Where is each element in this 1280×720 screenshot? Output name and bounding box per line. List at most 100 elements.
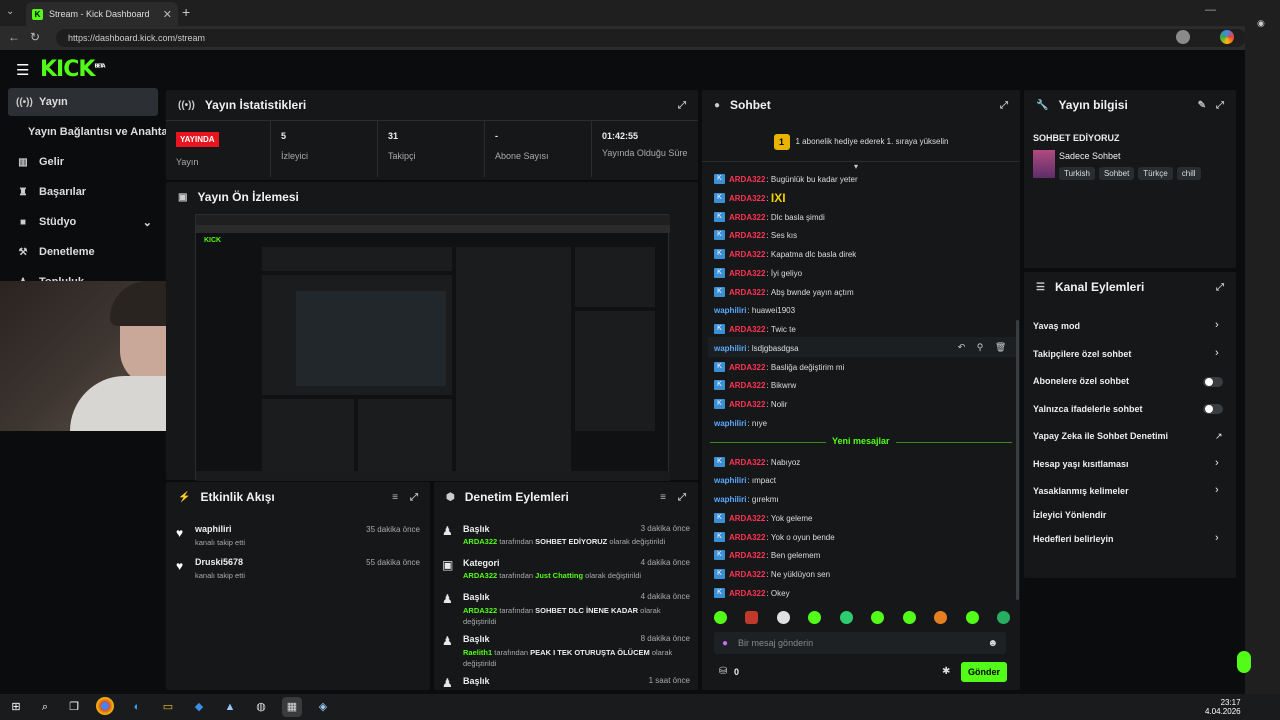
file-explorer-icon[interactable]: ▭ <box>158 697 178 717</box>
tag[interactable]: Sohbet <box>1098 167 1135 180</box>
chrome-icon[interactable] <box>96 697 114 715</box>
sidebar-item-moderation[interactable]: ⚒ Denetleme <box>8 238 158 266</box>
chevron-right-icon[interactable]: › <box>1215 319 1219 331</box>
chat-message[interactable]: K ARDA322: İyi geliyo <box>714 266 802 280</box>
chat-message[interactable]: K ARDA322: Kapatma dlc basla direk <box>714 247 856 261</box>
task-view-icon[interactable]: ❐ <box>64 697 84 717</box>
obs-icon[interactable]: ◍ <box>251 697 271 717</box>
pin-icon[interactable]: ▾ <box>854 162 858 171</box>
points-icon[interactable]: ⛁ <box>719 666 727 677</box>
microphone-icon[interactable]: ● <box>722 638 728 649</box>
pin-message-icon[interactable]: ⚲ <box>977 342 984 353</box>
chat-message[interactable]: K ARDA322: Ses kıs <box>714 228 797 242</box>
action-slow-mode[interactable]: Yavaş mod <box>1033 321 1080 331</box>
app-icon[interactable]: ◆ <box>189 697 209 717</box>
video-preview[interactable]: KICK <box>195 214 670 481</box>
action-followers-only[interactable]: Takipçilere özel sohbet <box>1033 349 1131 359</box>
emotes-only-toggle[interactable] <box>1203 404 1223 414</box>
url-input[interactable]: https://dashboard.kick.com/stream <box>56 29 1246 47</box>
side-panel-icon[interactable]: ◉ <box>1257 18 1265 29</box>
chat-message[interactable]: K ARDA322: Basliğa değiştirim mi <box>714 360 844 374</box>
terminal-icon[interactable]: ▦ <box>282 697 302 717</box>
chat-message[interactable]: K ARDA322: Okey <box>714 586 790 600</box>
chevron-right-icon[interactable]: › <box>1215 484 1219 496</box>
emote-icon[interactable] <box>714 611 727 624</box>
emote-icon[interactable] <box>871 611 885 624</box>
back-icon[interactable]: ← <box>8 30 20 44</box>
emote-icon[interactable] <box>745 611 759 624</box>
emote-icon[interactable] <box>934 611 948 624</box>
expand-icon[interactable]: ⤢ <box>410 492 418 503</box>
emote-icon[interactable] <box>996 611 1010 624</box>
tag[interactable]: Türkçe <box>1138 167 1173 180</box>
reload-icon[interactable]: ↻ <box>30 30 40 44</box>
tag[interactable]: chill <box>1176 167 1201 180</box>
windows-start-icon[interactable]: ⊞ <box>6 697 26 717</box>
emote-icon[interactable] <box>839 611 853 624</box>
action-raid[interactable]: İzleyici Yönlendir <box>1033 510 1106 520</box>
action-ai-moderation[interactable]: Yapay Zeka ile Sohbet Denetimi <box>1033 431 1168 441</box>
profile-avatar[interactable] <box>1176 30 1190 44</box>
close-tab-icon[interactable]: ✕ <box>163 8 172 21</box>
emote-icon[interactable] <box>808 611 822 624</box>
sidebar-item-studio[interactable]: ■ Stüdyo ⌄ <box>8 208 158 236</box>
chat-message[interactable]: waphiliri: nıye <box>714 416 767 430</box>
emoji-icon[interactable]: ☻ <box>987 638 998 649</box>
reply-icon[interactable]: ↶ <box>958 342 966 353</box>
chevron-right-icon[interactable]: › <box>1215 457 1219 469</box>
chat-message[interactable]: K ARDA322: Dlc basla şimdi <box>714 210 825 224</box>
edit-icon[interactable]: ✎ <box>1198 100 1206 111</box>
expand-icon[interactable]: ⤢ <box>1216 100 1224 111</box>
chat-message[interactable]: waphiliri: gırekmı <box>714 492 779 506</box>
subscribers-only-toggle[interactable] <box>1203 377 1223 387</box>
emote-icon[interactable] <box>776 611 790 624</box>
expand-icon[interactable]: ⤢ <box>678 100 686 111</box>
search-icon[interactable]: ⌕ <box>35 697 55 717</box>
external-link-icon[interactable]: ↗ <box>1215 431 1223 442</box>
expand-icon[interactable]: ⤢ <box>678 492 686 503</box>
chat-message[interactable]: K ARDA322: Nabıyoz <box>714 455 800 469</box>
chat-settings-icon[interactable]: ✱ <box>942 666 950 677</box>
chat-message[interactable]: K ARDA322: Abş bwnde yayın açtım <box>714 285 854 299</box>
sidebar-item-stream-key[interactable]: Yayın Bağlantısı ve Anahtarı <box>8 118 168 146</box>
browser-tab[interactable]: K Stream - Kick Dashboard ✕ <box>26 2 178 26</box>
action-goals[interactable]: Hedefleri belirleyin <box>1033 534 1114 544</box>
chat-message[interactable]: waphiliri: huawei1903 <box>714 303 795 317</box>
chat-message[interactable]: K ARDA322: Twic te <box>714 322 796 336</box>
popout-icon[interactable]: ⤢ <box>1000 100 1008 111</box>
chat-input[interactable]: ● Bir mesaj gönderin ☻ <box>714 632 1006 654</box>
menu-icon[interactable]: ☰ <box>16 61 29 79</box>
chat-message[interactable]: K ARDA322: Bikwrw <box>714 378 796 392</box>
chat-message[interactable]: K ARDA322: Yok geleme <box>714 511 812 525</box>
sidebar-item-revenue[interactable]: ▥ Gelir <box>8 148 158 176</box>
chat-message[interactable]: waphiliri: ımpact <box>714 473 776 487</box>
filter-icon[interactable]: ≡ <box>392 492 398 503</box>
delete-icon[interactable]: 🗑 <box>995 342 1006 353</box>
sidebar-item-stream[interactable]: ((•)) Yayın <box>8 88 158 116</box>
new-tab-button[interactable]: + <box>182 4 190 20</box>
tag[interactable]: Turkish <box>1059 167 1095 180</box>
filter-icon[interactable]: ≡ <box>660 492 666 503</box>
tab-list-icon[interactable]: ⌄ <box>6 6 14 17</box>
sidebar-item-achievements[interactable]: ♜ Başarılar <box>8 178 158 206</box>
edge-icon[interactable]: ◐ <box>127 697 147 717</box>
kick-logo[interactable]: KICKBETA <box>40 57 106 82</box>
chat-message[interactable]: waphiliri: lsdjgbasdgsa <box>714 341 799 355</box>
copilot-icon[interactable] <box>1220 30 1234 44</box>
chevron-right-icon[interactable]: › <box>1215 532 1219 544</box>
emote-icon[interactable] <box>902 611 916 624</box>
chat-message[interactable]: K ARDA322: IXI <box>714 191 786 205</box>
action-account-age[interactable]: Hesap yaşı kısıtlaması <box>1033 459 1129 469</box>
taskbar-clock[interactable]: 23:17 4.04.2026 <box>1205 698 1241 716</box>
chat-scrollbar[interactable] <box>1016 320 1019 600</box>
chat-message[interactable]: K ARDA322: Bugünlük bu kadar yeter <box>714 172 858 186</box>
chat-message[interactable]: K ARDA322: Yok o oyun bende <box>714 530 835 544</box>
app-icon[interactable]: ▲ <box>220 697 240 717</box>
chat-message[interactable]: K ARDA322: Nolir <box>714 397 787 411</box>
gift-banner[interactable]: 1 1 abonelik hediye ederek 1. sıraya yük… <box>702 122 1020 162</box>
chat-message[interactable]: K ARDA322: Ben gelemem <box>714 548 820 562</box>
action-banned-words[interactable]: Yasaklanmış kelimeler <box>1033 486 1129 496</box>
steam-icon[interactable]: ◈ <box>313 697 333 717</box>
send-button[interactable]: Gönder <box>961 662 1007 682</box>
window-controls[interactable]: — <box>1205 4 1216 16</box>
